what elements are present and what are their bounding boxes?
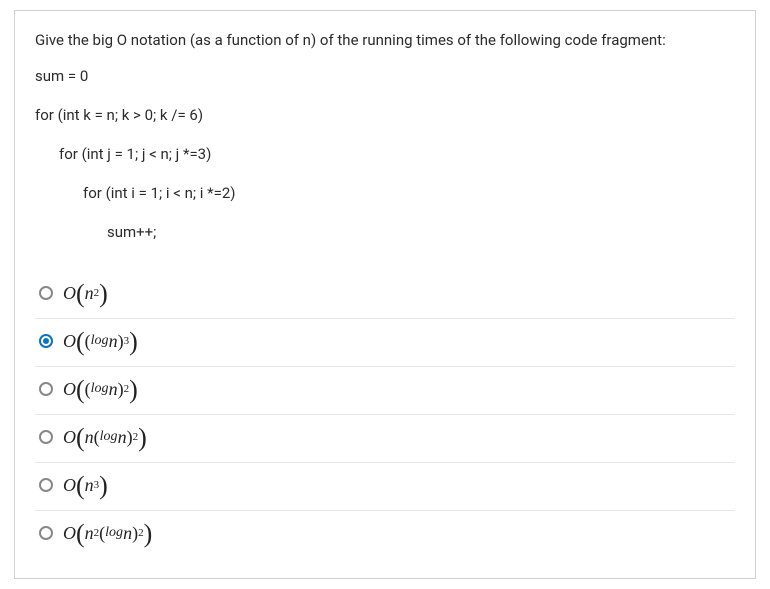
radio-icon[interactable] [39, 286, 53, 300]
code-line: for (int i = 1; i < n; i *=2) [35, 183, 735, 204]
option-2[interactable]: O ((log n)3) [35, 319, 735, 367]
code-line: sum = 0 [35, 66, 735, 87]
option-label: O (n2 (log n)2) [63, 523, 152, 544]
radio-icon[interactable] [39, 334, 53, 348]
option-label: O ((log n)3) [63, 331, 138, 352]
code-line: for (int j = 1; j < n; j *=3) [35, 144, 735, 165]
option-label: O (n(log n)2) [63, 427, 147, 448]
option-5[interactable]: O (n3) [35, 463, 735, 511]
code-line: sum++; [35, 222, 735, 243]
options-list: O (n2) O ((log n)3) O ((log n)2) O (n(lo… [35, 271, 735, 558]
question-card: Give the big O notation (as a function o… [14, 10, 756, 579]
option-3[interactable]: O ((log n)2) [35, 367, 735, 415]
radio-icon[interactable] [39, 526, 53, 540]
option-6[interactable]: O (n2 (log n)2) [35, 511, 735, 558]
radio-icon[interactable] [39, 430, 53, 444]
radio-icon[interactable] [39, 382, 53, 396]
radio-icon[interactable] [39, 478, 53, 492]
option-label: O (n2) [63, 283, 108, 304]
option-label: O ((log n)2) [63, 379, 138, 400]
option-4[interactable]: O (n(log n)2) [35, 415, 735, 463]
option-1[interactable]: O (n2) [35, 271, 735, 319]
question-prompt: Give the big O notation (as a function o… [35, 29, 735, 52]
code-line: for (int k = n; k > 0; k /= 6) [35, 105, 735, 126]
option-label: O (n3) [63, 475, 108, 496]
